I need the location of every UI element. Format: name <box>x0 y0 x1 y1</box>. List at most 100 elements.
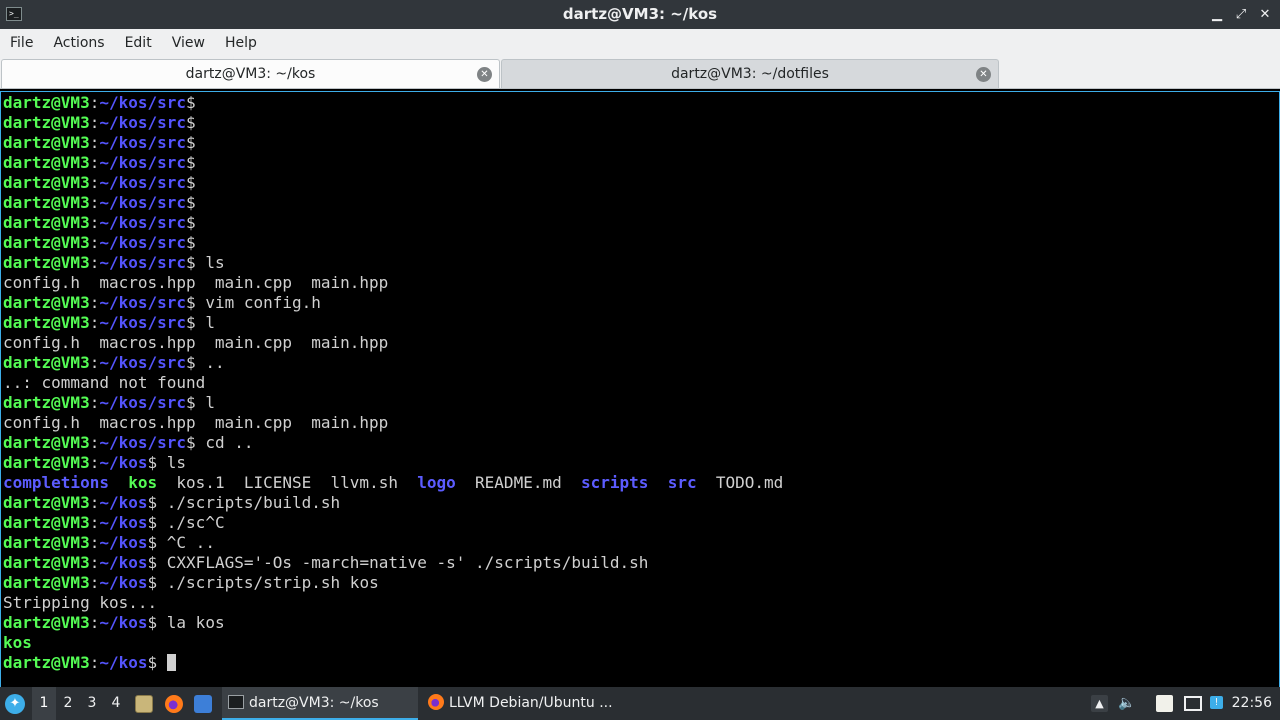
terminal-text: dartz@VM3 <box>3 513 90 532</box>
minimize-button[interactable]: ▁ <box>1210 7 1224 22</box>
terminal-line: dartz@VM3:~/kos$ ^C .. <box>3 533 783 553</box>
menu-view[interactable]: View <box>162 29 215 57</box>
terminal-text: dartz@VM3 <box>3 573 90 592</box>
terminal-text: : <box>89 453 100 472</box>
firefox-launcher-icon[interactable] <box>165 695 183 713</box>
menu-bar: File Actions Edit View Help <box>0 29 1280 57</box>
volume-icon[interactable]: 🔈 <box>1118 695 1135 712</box>
terminal-text: : <box>89 133 100 152</box>
tab-close-icon[interactable]: ✕ <box>477 67 492 82</box>
firefox-icon <box>428 694 444 710</box>
terminal-text: $ ^C .. <box>147 533 215 552</box>
terminal-text: dartz@VM3 <box>3 173 90 192</box>
terminal-line: dartz@VM3:~/kos/src$ .. <box>3 353 783 373</box>
tab-label: dartz@VM3: ~/dotfiles <box>671 66 829 82</box>
terminal-text: kos <box>128 473 158 492</box>
terminal-text: config.h macros.hpp main.cpp main.hpp <box>3 333 389 352</box>
terminal-text: kos.1 LICENSE llvm.sh <box>157 473 418 492</box>
terminal-text: : <box>89 293 100 312</box>
clock[interactable]: 22:56 <box>1232 687 1272 720</box>
start-menu-icon[interactable]: ✦ <box>5 694 25 714</box>
workspace-2[interactable]: 2 <box>56 687 80 720</box>
terminal-text: $ l <box>186 313 215 332</box>
terminal-text: $ ls <box>147 453 187 472</box>
menu-file[interactable]: File <box>0 29 43 57</box>
file-manager-icon[interactable] <box>135 695 153 713</box>
terminal-text: config.h macros.hpp main.cpp main.hpp <box>3 273 389 292</box>
terminal-text: : <box>89 93 100 112</box>
taskbar: ✦ 1 2 3 4 dartz@VM3: ~/kos LLVM Debian/U… <box>0 687 1280 720</box>
maximize-button[interactable]: ⤢ <box>1234 7 1248 22</box>
terminal-line: config.h macros.hpp main.cpp main.hpp <box>3 273 783 293</box>
terminal-text: scripts <box>581 473 649 492</box>
terminal-line: dartz@VM3:~/kos$ CXXFLAGS='-Os -march=na… <box>3 553 783 573</box>
terminal-line: dartz@VM3:~/kos/src$ ls <box>3 253 783 273</box>
terminal-text: $ <box>186 93 196 112</box>
show-desktop-icon[interactable] <box>194 695 212 713</box>
task-label: LLVM Debian/Ubuntu ... <box>449 695 613 711</box>
terminal-text: $ <box>147 653 167 672</box>
terminal-text: ~/kos/src <box>99 393 187 412</box>
terminal-text: : <box>89 613 100 632</box>
terminal-text: ~/kos <box>99 553 148 572</box>
terminal-text: : <box>89 573 100 592</box>
menu-help[interactable]: Help <box>215 29 267 57</box>
terminal-text: : <box>89 153 100 172</box>
terminal-text: : <box>89 313 100 332</box>
terminal-text: $ ./scripts/build.sh <box>147 493 341 512</box>
terminal-text: ~/kos <box>99 493 148 512</box>
terminal-text: ~/kos <box>99 533 148 552</box>
terminal-text: dartz@VM3 <box>3 213 90 232</box>
terminal-text: dartz@VM3 <box>3 193 90 212</box>
workspace-4[interactable]: 4 <box>104 687 128 720</box>
notification-icon[interactable]: ! <box>1210 696 1223 709</box>
close-button[interactable]: ✕ <box>1258 7 1272 22</box>
menu-actions[interactable]: Actions <box>43 29 114 57</box>
terminal-line: dartz@VM3:~/kos$ <box>3 653 783 673</box>
terminal-text: $ <box>186 193 196 212</box>
terminal-text: : <box>89 653 100 672</box>
terminal-text: $ cd .. <box>186 433 254 452</box>
terminal-text: : <box>89 193 100 212</box>
terminal-text: $ .. <box>186 353 225 372</box>
terminal-text: : <box>89 433 100 452</box>
task-terminal[interactable]: dartz@VM3: ~/kos <box>222 687 418 720</box>
terminal-text: : <box>89 353 100 372</box>
tab-kos[interactable]: dartz@VM3: ~/kos ✕ <box>1 59 500 88</box>
tab-close-icon[interactable]: ✕ <box>976 67 991 82</box>
window-titlebar[interactable]: >_ dartz@VM3: ~/kos ▁ ⤢ ✕ <box>0 0 1280 29</box>
task-firefox[interactable]: LLVM Debian/Ubuntu ... <box>424 687 624 720</box>
terminal-view[interactable]: dartz@VM3:~/kos/src$ dartz@VM3:~/kos/src$… <box>0 91 1280 687</box>
terminal-text: $ ./sc^C <box>147 513 225 532</box>
terminal-text: dartz@VM3 <box>3 293 90 312</box>
terminal-line: dartz@VM3:~/kos$ ./scripts/build.sh <box>3 493 783 513</box>
terminal-text: dartz@VM3 <box>3 653 90 672</box>
terminal-text: dartz@VM3 <box>3 133 90 152</box>
tray-expand-icon[interactable]: ▲ <box>1091 695 1108 712</box>
text-cursor <box>166 654 176 671</box>
terminal-text: logo <box>417 473 456 492</box>
terminal-text: dartz@VM3 <box>3 93 90 112</box>
terminal-text: : <box>89 233 100 252</box>
terminal-line: dartz@VM3:~/kos$ ./sc^C <box>3 513 783 533</box>
network-icon[interactable] <box>1184 696 1202 711</box>
terminal-line: config.h macros.hpp main.cpp main.hpp <box>3 333 783 353</box>
tab-dotfiles[interactable]: dartz@VM3: ~/dotfiles ✕ <box>501 59 999 88</box>
terminal-text: dartz@VM3 <box>3 533 90 552</box>
menu-edit[interactable]: Edit <box>115 29 162 57</box>
terminal-text: dartz@VM3 <box>3 153 90 172</box>
terminal-text: ~/kos/src <box>99 193 187 212</box>
terminal-line: dartz@VM3:~/kos/src$ l <box>3 313 783 333</box>
terminal-text: ..: command not found <box>3 373 206 392</box>
terminal-line: dartz@VM3:~/kos/src$ <box>3 153 783 173</box>
workspace-1[interactable]: 1 <box>32 687 56 720</box>
terminal-text: $ ls <box>186 253 225 272</box>
terminal-icon <box>228 695 244 709</box>
terminal-text: $ <box>186 233 196 252</box>
terminal-line: config.h macros.hpp main.cpp main.hpp <box>3 413 783 433</box>
workspace-3[interactable]: 3 <box>80 687 104 720</box>
terminal-line: dartz@VM3:~/kos$ ls <box>3 453 783 473</box>
terminal-text: TODO.md <box>696 473 784 492</box>
clipboard-icon[interactable] <box>1156 695 1173 712</box>
